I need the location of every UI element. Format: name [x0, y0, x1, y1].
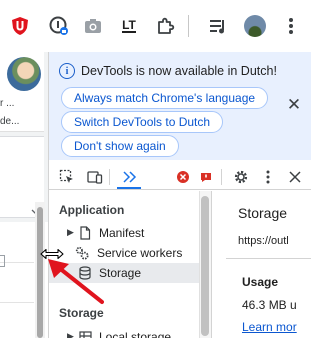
more-options-icon[interactable]: [259, 168, 277, 186]
languagetool-label: LT: [122, 18, 136, 33]
list-divider: [0, 262, 34, 263]
tabbar-separator: [221, 169, 222, 185]
section-divider: [226, 258, 311, 259]
origin-url: https://outl: [238, 235, 289, 247]
application-heading: Application: [59, 203, 125, 217]
sidebar-item-label: Storage: [99, 266, 142, 280]
page-scrollbar-thumb[interactable]: [37, 207, 43, 338]
sidebar-item-label: Manifest: [99, 226, 145, 240]
card-text-line-1: r ...: [0, 98, 15, 109]
sidebar-item-label: Service workers: [97, 246, 183, 260]
sidebar-item-label: Local storage: [99, 330, 172, 338]
card-text-line-2: de...: [0, 116, 20, 127]
settings-icon[interactable]: [232, 168, 250, 186]
tabbar-separator: [109, 169, 110, 185]
sidebar-scrollbar-thumb[interactable]: [201, 196, 209, 336]
file-icon: [78, 226, 92, 240]
profile-card: r ... de...: [0, 52, 44, 132]
toolbar-separator: [188, 15, 189, 37]
page-checkbox-fragment: [0, 255, 5, 267]
sidebar-item-manifest[interactable]: ▶ Manifest: [49, 223, 199, 243]
switch-to-dutch-button[interactable]: Switch DevTools to Dutch: [61, 111, 224, 133]
learn-more-link[interactable]: Learn mor: [242, 320, 297, 334]
inspect-element-icon[interactable]: [58, 168, 76, 186]
profile-avatar-icon[interactable]: [243, 14, 267, 38]
close-devtools-icon[interactable]: [286, 168, 304, 186]
web-page-area: r ... de...: [0, 52, 48, 338]
sidebar-item-local-storage[interactable]: ▶ Local storage: [49, 327, 199, 338]
storage-main-pane: Storage https://outl Usage 46.3 MB u Lea…: [211, 191, 311, 338]
always-match-language-button[interactable]: Always match Chrome's language: [61, 87, 269, 109]
more-tabs-icon[interactable]: [120, 168, 138, 186]
profile-photo: [7, 57, 41, 91]
more-menu-icon[interactable]: [279, 14, 303, 38]
media-control-icon[interactable]: [206, 14, 230, 38]
devtools-tabbar: [49, 164, 311, 190]
errors-icon[interactable]: [174, 168, 192, 186]
table-icon: [78, 330, 92, 338]
issues-icon[interactable]: [197, 168, 215, 186]
red-annotation-arrow-icon: [48, 259, 104, 304]
ublock-extension-icon[interactable]: [8, 14, 32, 38]
browser-toolbar: LT: [0, 0, 310, 52]
lastpass-extension-icon[interactable]: [47, 14, 71, 38]
extensions-puzzle-icon[interactable]: [153, 14, 177, 38]
list-divider: [0, 302, 34, 303]
camera-extension-icon[interactable]: [81, 14, 105, 38]
active-tab-indicator: [117, 187, 141, 189]
language-infobar: i DevTools is now available in Dutch! Al…: [49, 52, 311, 160]
storage-heading: Storage: [59, 306, 104, 320]
infobar-message: DevTools is now available in Dutch!: [81, 64, 277, 78]
info-icon: i: [59, 63, 75, 79]
expand-triangle-icon[interactable]: ▶: [67, 331, 74, 338]
languagetool-extension-icon[interactable]: LT: [117, 14, 141, 38]
usage-heading: Usage: [242, 275, 279, 289]
close-icon[interactable]: ✕: [285, 95, 303, 114]
dont-show-again-button[interactable]: Don't show again: [61, 135, 179, 157]
device-toolbar-icon[interactable]: [86, 168, 104, 186]
expand-triangle-icon[interactable]: ▶: [67, 227, 74, 238]
storage-title: Storage: [238, 205, 288, 221]
usage-amount: 46.3 MB u: [242, 298, 297, 312]
